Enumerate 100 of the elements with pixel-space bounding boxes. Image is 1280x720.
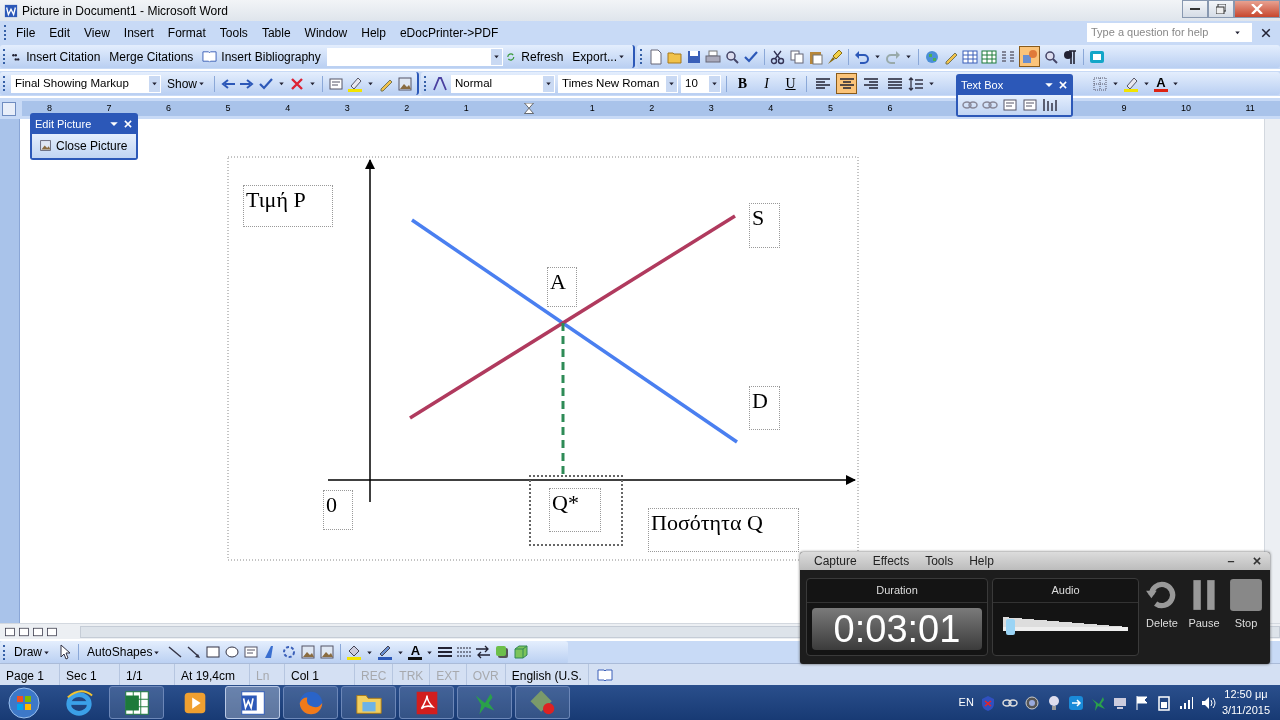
highlighter-icon[interactable] [347, 75, 364, 92]
caret-icon[interactable] [667, 79, 677, 88]
align-center-button[interactable] [836, 73, 858, 94]
style-dropdown[interactable]: Normal [451, 74, 556, 93]
columns-icon[interactable] [1000, 48, 1016, 65]
menu-item[interactable]: Help [354, 21, 393, 44]
camera-icon[interactable] [1023, 694, 1040, 711]
caret-icon[interactable] [617, 52, 626, 61]
autoshapes-menu-button[interactable]: AutoShapes [84, 642, 165, 662]
toolbar-button[interactable]: Merge Citations [106, 46, 197, 67]
menu-item[interactable]: Capture [808, 552, 863, 570]
menu-item[interactable]: Window [297, 21, 355, 44]
pilcrow-icon[interactable] [1062, 48, 1078, 65]
menu-item[interactable]: Help [963, 552, 1000, 570]
printer-icon[interactable] [705, 48, 721, 65]
shadow-icon[interactable] [494, 644, 511, 660]
format-button[interactable]: B [732, 73, 754, 94]
reviewing-pane-icon[interactable] [397, 75, 414, 92]
caret-icon[interactable] [710, 79, 720, 88]
arrows-icon[interactable] [1067, 694, 1084, 711]
scissors-icon[interactable] [770, 48, 786, 65]
reject-icon[interactable] [289, 75, 306, 92]
spreadsheet-icon[interactable] [981, 48, 997, 65]
text-box-icon[interactable] [1022, 96, 1038, 113]
caret-icon[interactable] [308, 79, 318, 88]
caret-icon[interactable] [1171, 79, 1181, 88]
language-indicator[interactable]: EN [958, 694, 974, 711]
start-button[interactable] [8, 686, 40, 719]
signal-icon[interactable] [1177, 694, 1194, 711]
audio-level-thumb[interactable] [1006, 618, 1016, 635]
picture-icon[interactable] [319, 644, 336, 660]
fill-bucket-icon[interactable] [346, 644, 363, 660]
rectangle-icon[interactable] [205, 644, 222, 660]
font-color-button[interactable]: A [408, 644, 423, 660]
selection-frame[interactable] [529, 475, 623, 546]
format-button[interactable]: U [780, 73, 802, 94]
taskbar-button[interactable] [225, 686, 280, 719]
menu-item[interactable]: File [9, 21, 43, 44]
diagram-label[interactable]: Ποσότητα Q [648, 508, 799, 552]
menu-item[interactable]: eDocPrinter->PDF [392, 21, 506, 44]
save-icon[interactable] [686, 48, 702, 65]
caret-icon[interactable] [927, 79, 937, 88]
toolbar-button[interactable]: Insert Bibliography [199, 46, 324, 67]
caret-icon[interactable] [1111, 79, 1121, 88]
print-preview-icon[interactable] [724, 48, 740, 65]
pointer-icon[interactable] [57, 644, 73, 660]
styles-icon[interactable] [432, 75, 449, 92]
comment-icon[interactable] [328, 75, 345, 92]
close-icon[interactable] [1260, 26, 1272, 39]
toolbar-button[interactable]: Insert Citation [23, 46, 104, 67]
minimize-button[interactable] [1182, 0, 1208, 18]
caret-icon[interactable] [277, 79, 287, 88]
arrow-icon[interactable] [186, 644, 203, 660]
caret-icon[interactable] [197, 79, 207, 88]
line-spacing-icon[interactable] [908, 75, 925, 92]
diagram-label[interactable]: D [749, 386, 780, 430]
menu-item[interactable]: Edit [42, 21, 78, 44]
draw-menu-button[interactable]: Draw [11, 642, 54, 662]
text-direction-icon[interactable] [1042, 96, 1058, 113]
taskbar-button[interactable] [399, 686, 454, 719]
globe-icon[interactable] [924, 48, 940, 65]
caret-icon[interactable] [491, 52, 501, 61]
caret-icon[interactable] [873, 52, 882, 61]
menu-item[interactable]: Format [160, 21, 213, 44]
menu-item[interactable]: Tools [919, 552, 960, 570]
export-button[interactable]: Export... [569, 46, 629, 67]
diagram-label[interactable]: Τιμή P [243, 185, 333, 227]
menu-item[interactable]: Effects [866, 552, 916, 570]
battery-icon[interactable] [1155, 694, 1172, 711]
clip-art-icon[interactable] [300, 644, 317, 660]
line-style-icon[interactable] [437, 644, 454, 660]
restore-button[interactable] [1208, 0, 1234, 18]
caret-icon[interactable] [544, 79, 554, 88]
taskbar-button[interactable] [109, 686, 164, 719]
view-button-icon[interactable] [46, 625, 58, 638]
taskbar-button[interactable] [341, 686, 396, 719]
diagram-icon[interactable] [281, 644, 298, 660]
clock-time[interactable]: 12:50 μμ [1221, 687, 1270, 703]
diagram-label[interactable]: S [749, 203, 780, 248]
menu-item[interactable]: View [77, 21, 117, 44]
delete-button[interactable]: Delete [1143, 578, 1181, 656]
font-color-button[interactable]: A [1154, 75, 1169, 92]
line-color-icon[interactable] [377, 644, 394, 660]
highlighter-icon[interactable] [1123, 75, 1140, 92]
refresh-button[interactable]: Refresh [518, 46, 567, 67]
new-document-icon[interactable] [648, 48, 664, 65]
stop-button[interactable]: Stop [1227, 578, 1265, 656]
font-size-dropdown[interactable]: 10 [681, 74, 722, 93]
diagram-label[interactable]: Q* [549, 488, 601, 532]
indent-marker-icon[interactable] [523, 102, 536, 115]
menu-item[interactable]: Tools [212, 21, 255, 44]
caret-icon[interactable] [904, 52, 913, 61]
show-button[interactable]: Show [164, 73, 210, 94]
pause-button[interactable]: Pause [1185, 578, 1223, 656]
caret-icon[interactable] [1142, 79, 1152, 88]
reading-mode-icon[interactable] [1089, 48, 1105, 65]
cube-icon[interactable] [513, 644, 530, 660]
caret-icon[interactable] [366, 79, 376, 88]
line-icon[interactable] [167, 644, 184, 660]
diagram-label[interactable]: A [547, 267, 577, 307]
